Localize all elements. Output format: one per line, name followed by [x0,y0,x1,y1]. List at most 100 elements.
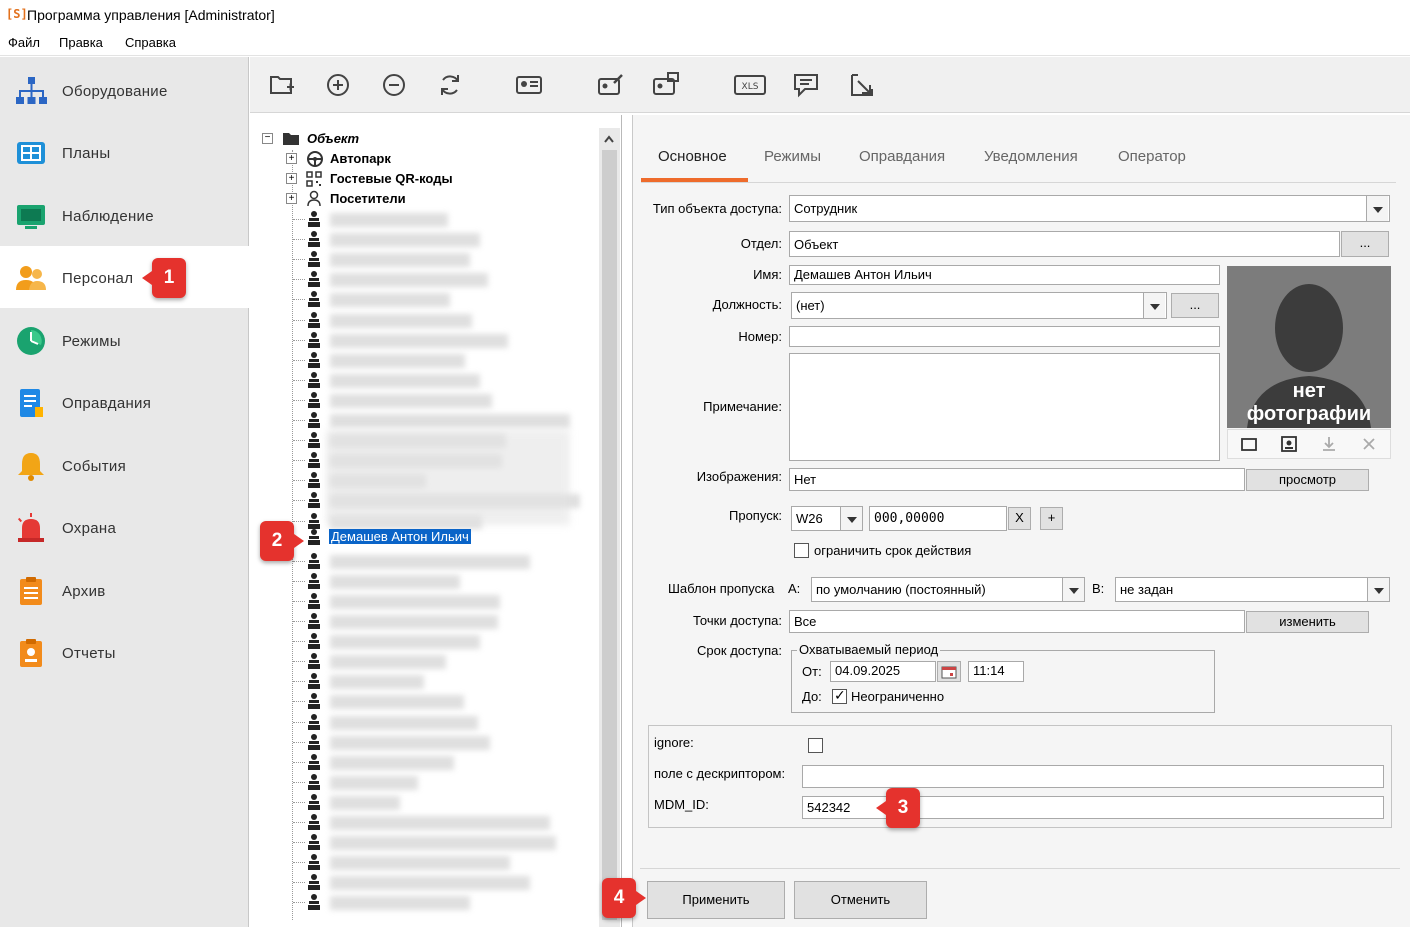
template-b-select[interactable]: не задан [1115,577,1390,602]
tree-group-visitors[interactable]: + Посетители [286,190,586,210]
clear-pass-button[interactable]: X [1008,507,1031,530]
nav-plans[interactable]: Планы [0,121,249,183]
tree-person-redacted[interactable] [330,836,556,850]
tab-general[interactable]: Основное [658,148,727,165]
expand-icon[interactable]: + [286,173,297,184]
descriptor-field[interactable] [802,765,1384,788]
chevron-down-icon[interactable] [1143,293,1165,318]
download-icon[interactable] [1320,435,1338,453]
tree-person-redacted[interactable] [330,334,508,348]
nav-modes[interactable]: Режимы [0,309,249,371]
cancel-button[interactable]: Отменить [794,881,927,919]
tree-root[interactable]: − Объект [262,130,562,150]
nav-monitoring[interactable]: Наблюдение [0,184,249,246]
export-icon[interactable] [848,71,876,99]
template-a-select[interactable]: по умолчанию (постоянный) [811,577,1085,602]
chevron-down-icon[interactable] [1367,578,1389,601]
pass-code-field[interactable]: 000,00000 [869,506,1007,531]
tab-excuses[interactable]: Оправдания [859,148,945,165]
tree-person-redacted[interactable] [330,796,400,810]
tree-person-redacted[interactable] [330,354,465,368]
access-type-select[interactable]: Сотрудник [789,195,1390,222]
nav-personnel[interactable]: Персонал [0,246,249,308]
transfer-card-icon[interactable] [652,71,680,99]
tree-person-redacted[interactable] [330,374,480,388]
tree-person-redacted[interactable] [330,233,480,247]
tree-person-redacted[interactable] [330,736,490,750]
camera-frame-icon[interactable] [1240,435,1258,453]
tree-person-redacted[interactable] [330,716,478,730]
id-card-icon[interactable] [515,71,543,99]
tab-notifications[interactable]: Уведомления [984,148,1078,165]
nav-security[interactable]: Охрана [0,496,249,558]
nav-equipment[interactable]: Оборудование [0,59,249,121]
tree-person-redacted[interactable] [330,896,470,910]
from-date-field[interactable]: 04.09.2025 [830,661,936,682]
tree-person-redacted[interactable] [330,856,510,870]
tree-person-redacted[interactable] [330,575,460,589]
tab-operator[interactable]: Оператор [1118,148,1186,165]
tree-person-redacted[interactable] [330,655,446,669]
tree-person-redacted[interactable] [330,213,448,227]
calendar-button[interactable] [937,661,961,682]
chevron-down-icon[interactable] [840,507,862,530]
tree-person-redacted[interactable] [330,394,492,408]
tree-person-redacted[interactable] [330,876,530,890]
tree-person-redacted[interactable] [330,293,450,307]
number-field[interactable] [789,326,1220,347]
tree-person-redacted[interactable] [330,595,500,609]
edit-card-icon[interactable] [597,71,625,99]
nav-events[interactable]: События [0,434,249,496]
tree-person-redacted[interactable] [330,615,498,629]
chevron-down-icon[interactable] [1366,196,1388,221]
tree-person-redacted[interactable] [330,253,470,267]
portrait-icon[interactable] [1280,435,1298,453]
add-pass-button[interactable]: + [1040,507,1063,530]
tree-person-redacted[interactable] [330,273,488,287]
tab-modes[interactable]: Режимы [764,148,821,165]
tree-person-redacted[interactable] [330,635,480,649]
tree-scrollbar-thumb[interactable] [602,150,617,920]
tree-person-redacted[interactable] [330,555,530,569]
tree-person-redacted[interactable] [330,816,550,830]
tree-person-redacted[interactable] [330,414,570,428]
unlimited-checkbox[interactable] [832,687,847,704]
change-access-points-button[interactable]: изменить [1246,611,1369,633]
xls-icon[interactable]: XLS [733,71,767,99]
scroll-up-icon[interactable] [603,134,615,144]
tree-person-redacted[interactable] [330,776,418,790]
remove-icon[interactable] [380,71,408,99]
menu-help[interactable]: Справка [125,35,176,50]
menu-edit[interactable]: Правка [59,35,103,50]
position-select[interactable]: (нет) [791,292,1167,319]
tree-group-autopark[interactable]: + Автопарк [286,150,586,170]
limit-validity-checkbox[interactable] [794,543,809,558]
expand-icon[interactable]: + [286,153,297,164]
nav-excuses[interactable]: Оправдания [0,371,249,433]
from-time-field[interactable]: 11:14 [968,661,1024,682]
ignore-checkbox[interactable] [808,738,823,753]
tree-person-redacted[interactable] [330,756,454,770]
collapse-icon[interactable]: − [262,133,273,144]
tree-group-qr[interactable]: + Гостевые QR-коды [286,170,586,190]
nav-archive[interactable]: Архив [0,559,249,621]
department-field[interactable]: Объект [789,231,1340,257]
nav-reports[interactable]: Отчеты [0,621,249,683]
menu-file[interactable]: Файл [8,35,40,50]
view-images-button[interactable]: просмотр [1246,469,1369,491]
department-browse-button[interactable]: ... [1341,231,1389,257]
name-field[interactable]: Демашев Антон Ильич [789,265,1220,285]
refresh-icon[interactable] [436,71,464,99]
message-icon[interactable] [792,71,820,99]
position-browse-button[interactable]: ... [1171,293,1219,318]
add-icon[interactable] [324,71,352,99]
expand-icon[interactable]: + [286,193,297,204]
tree-person-selected[interactable]: Демашев Антон Ильич [306,528,586,548]
delete-icon[interactable] [1360,435,1378,453]
apply-button[interactable]: Применить [647,881,785,919]
add-folder-icon[interactable] [268,71,296,99]
tree-person-redacted[interactable] [330,314,472,328]
images-field[interactable]: Нет [789,468,1245,491]
tree-person-redacted[interactable] [330,675,424,689]
tree-person-redacted[interactable] [330,695,464,709]
